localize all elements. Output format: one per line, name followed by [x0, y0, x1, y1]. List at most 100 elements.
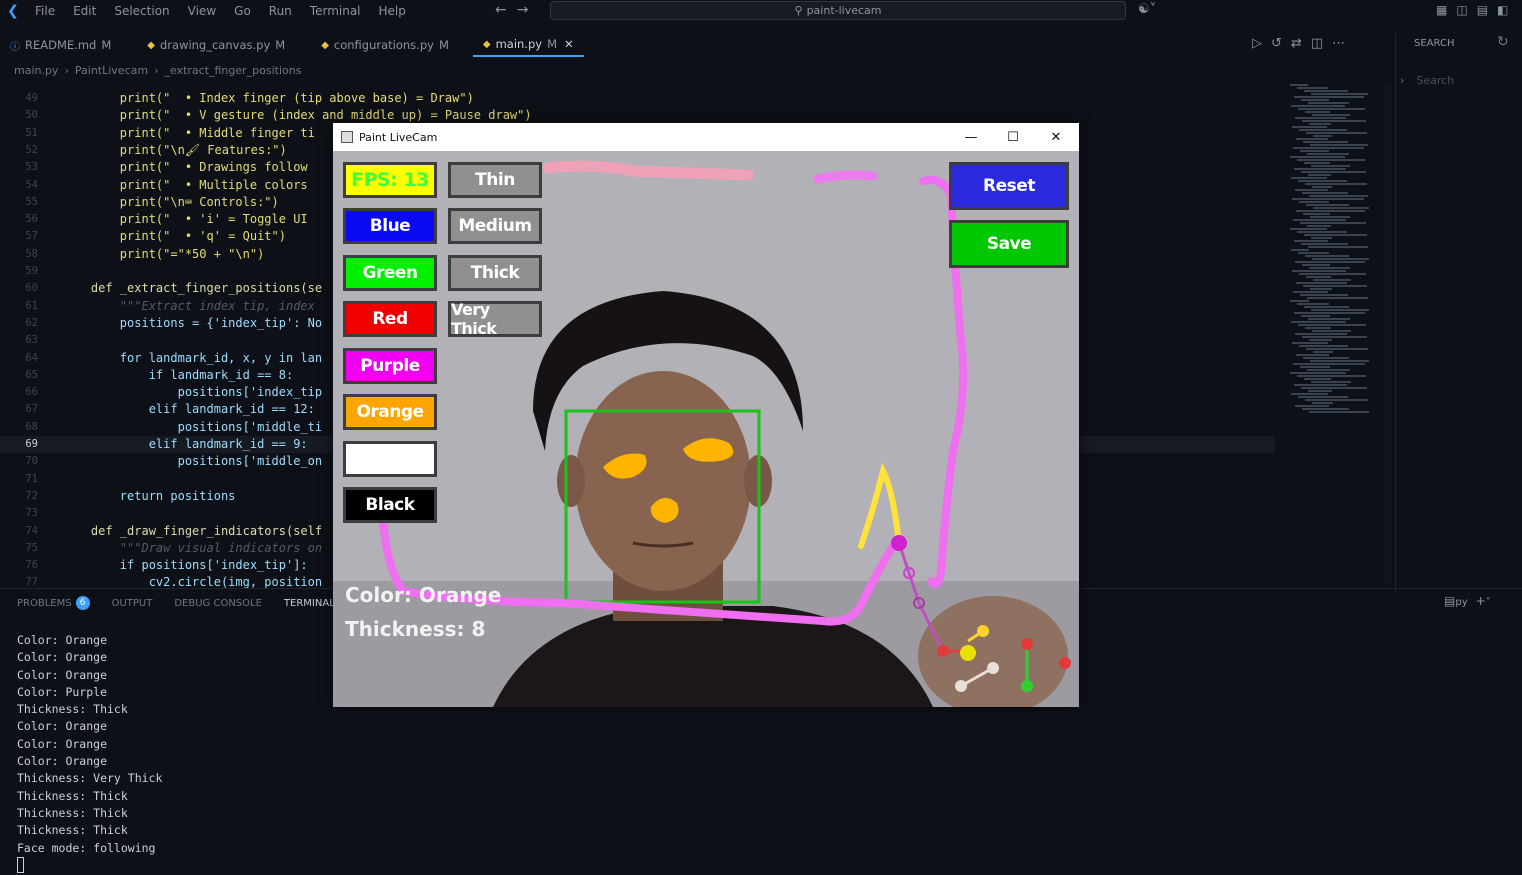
layout-icon[interactable]: ▦: [1436, 3, 1456, 17]
tab-terminal[interactable]: TERMINAL: [284, 596, 335, 610]
color-button-blue[interactable]: Blue: [343, 208, 437, 244]
run-icon[interactable]: ▷: [1252, 36, 1271, 51]
chevron-right-icon[interactable]: ›: [1400, 74, 1404, 87]
refresh-icon[interactable]: ↻: [1497, 34, 1509, 50]
thick-button[interactable]: Thick: [448, 255, 542, 291]
split-editor-icon[interactable]: ◫: [1311, 36, 1332, 51]
color-button-black[interactable]: Black: [343, 487, 437, 523]
tab-main[interactable]: ◆ main.py M ✕: [472, 33, 584, 57]
menu-edit[interactable]: Edit: [64, 4, 105, 18]
line-number: 68: [25, 420, 38, 433]
very-thick-button[interactable]: Very Thick: [448, 300, 542, 338]
menu-go[interactable]: Go: [225, 4, 260, 18]
code-text: print(" • Index finger (tip above base) …: [62, 91, 474, 105]
save-button[interactable]: Save: [949, 220, 1069, 268]
modified-badge: M: [547, 37, 558, 51]
terminal-icon[interactable]: ▤: [1444, 594, 1455, 608]
menu-file[interactable]: File: [26, 4, 64, 18]
minimap-line: [1297, 375, 1366, 377]
terminal-actions[interactable]: ▤py +˅: [1444, 594, 1491, 608]
vscode-window: ❮ File Edit Selection View Go Run Termin…: [0, 0, 1522, 875]
history-icon[interactable]: ↺: [1271, 36, 1291, 51]
tab-output[interactable]: OUTPUT: [112, 596, 153, 610]
thin-button[interactable]: Thin: [448, 162, 542, 198]
code-text: positions['index_tip: [62, 385, 323, 400]
secondary-sidebar-icon[interactable]: ◧: [1497, 3, 1517, 17]
breadcrumb-class[interactable]: PaintLivecam: [75, 64, 148, 77]
minimap-line: [1304, 306, 1349, 308]
nav-arrows[interactable]: ←→: [495, 2, 538, 18]
tab-drawing-canvas[interactable]: ◆ drawing_canvas.py M: [137, 33, 295, 57]
code-text: print(" • V gesture (index and middle up…: [62, 108, 532, 123]
line-number: 74: [25, 524, 38, 537]
color-button-green[interactable]: Green: [343, 255, 437, 291]
save-label: Save: [986, 234, 1032, 254]
layout-controls[interactable]: ▦◫▤◧: [1436, 3, 1517, 17]
forward-arrow-icon[interactable]: →: [517, 2, 539, 18]
minimap-line: [1302, 192, 1348, 194]
code-text: def _draw_finger_indicators(self: [62, 523, 323, 538]
color-button-purple[interactable]: Purple: [343, 348, 437, 384]
menu-view[interactable]: View: [179, 4, 225, 18]
tab-configurations[interactable]: ◆ configurations.py M: [311, 33, 459, 57]
minimap-line: [1294, 168, 1346, 170]
breadcrumb: main.py › PaintLivecam › _extract_finger…: [14, 64, 301, 77]
terminal-line: Thickness: Thick: [17, 823, 128, 838]
compare-icon[interactable]: ⇄: [1291, 36, 1311, 51]
back-arrow-icon[interactable]: ←: [495, 2, 517, 18]
minimap-line: [1299, 345, 1348, 347]
color-button-red[interactable]: Red: [343, 301, 437, 337]
sidebar-toggle-icon[interactable]: ◫: [1456, 3, 1476, 17]
terminal-type-label: py: [1455, 597, 1468, 608]
tab-label: DEBUG CONSOLE: [174, 597, 262, 609]
minimap-line: [1301, 171, 1366, 173]
terminal-line: Color: Orange: [17, 754, 108, 769]
minimap-line: [1312, 330, 1351, 332]
copilot-icon[interactable]: ☯˅: [1138, 2, 1156, 17]
camera-canvas[interactable]: FPS: 13 Blue Green Red Purple Orange Black Th…: [333, 151, 1079, 707]
minimap-line: [1311, 165, 1350, 167]
tab-readme[interactable]: ⓘ README.md M: [0, 33, 121, 57]
minimap[interactable]: [1282, 84, 1382, 424]
editor-actions[interactable]: ▷↺⇄◫⋯: [1252, 36, 1354, 51]
chevron-down-icon[interactable]: ˅: [1486, 597, 1491, 608]
medium-button[interactable]: Medium: [448, 208, 542, 244]
menu-selection[interactable]: Selection: [105, 4, 178, 18]
minimap-line: [1309, 267, 1350, 269]
more-icon[interactable]: ⋯: [1332, 36, 1354, 51]
menu-run[interactable]: Run: [260, 4, 301, 18]
thin-label: Thin: [475, 170, 515, 190]
color-button-white[interactable]: [343, 441, 437, 477]
minimap-line: [1310, 144, 1368, 146]
panel-toggle-icon[interactable]: ▤: [1477, 3, 1497, 17]
minimap-line: [1306, 276, 1331, 278]
editor-scrollbar[interactable]: [1384, 84, 1392, 584]
code-line[interactable]: 49 print(" • Index finger (tip above bas…: [0, 90, 1275, 107]
add-terminal-icon[interactable]: +: [1476, 594, 1486, 608]
code-line[interactable]: 50 print(" • V gesture (index and middle…: [0, 107, 1275, 124]
minimize-icon[interactable]: —: [953, 127, 989, 147]
line-number: 70: [25, 455, 38, 468]
search-input[interactable]: › Search: [1400, 70, 1518, 90]
minimap-line: [1313, 351, 1333, 353]
reset-button[interactable]: Reset: [949, 162, 1069, 210]
tab-problems[interactable]: PROBLEMS 6: [17, 596, 90, 610]
maximize-icon[interactable]: ☐: [995, 127, 1031, 147]
menu-terminal[interactable]: Terminal: [301, 4, 370, 18]
line-number: 63: [25, 334, 38, 347]
close-icon[interactable]: ✕: [1038, 127, 1074, 147]
close-icon[interactable]: ✕: [564, 37, 574, 51]
breadcrumb-file[interactable]: main.py: [14, 64, 58, 77]
minimap-line: [1291, 393, 1328, 395]
breadcrumb-method[interactable]: _extract_finger_positions: [164, 64, 301, 77]
command-center[interactable]: ⚲ paint-livecam: [550, 1, 1126, 20]
tab-debug-console[interactable]: DEBUG CONSOLE: [174, 596, 262, 610]
code-text: positions = {'index_tip': No: [62, 315, 323, 330]
color-button-orange[interactable]: Orange: [343, 394, 437, 430]
line-number: 61: [25, 299, 38, 312]
code-text: positions['middle_ti: [62, 419, 323, 434]
menu-help[interactable]: Help: [370, 4, 415, 18]
minimap-line: [1295, 405, 1329, 407]
terminal-output[interactable]: Color: Orange Color: Orange Color: Orange C…: [17, 632, 162, 857]
minimap-line: [1311, 381, 1351, 383]
